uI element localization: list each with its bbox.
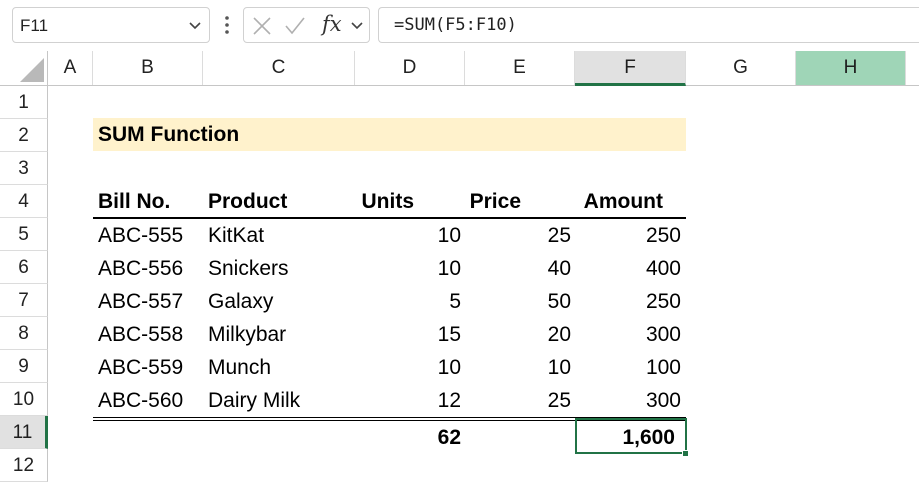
fill-handle[interactable] xyxy=(682,450,689,457)
row-header-10[interactable]: 10 xyxy=(0,383,48,416)
column-header-c[interactable]: C xyxy=(203,51,355,85)
cell-units[interactable]: 15 xyxy=(355,318,461,351)
cell-product[interactable]: Dairy Milk xyxy=(208,384,300,417)
column-header-d[interactable]: D xyxy=(355,51,465,85)
total-amount[interactable]: 1,600 xyxy=(575,421,675,454)
row-header-3[interactable]: 3 xyxy=(0,152,48,185)
cell-amount[interactable]: 400 xyxy=(575,252,681,285)
row-header-2[interactable]: 2 xyxy=(0,119,48,152)
row-header-1[interactable]: 1 xyxy=(0,86,48,119)
cell-units[interactable]: 5 xyxy=(355,285,461,318)
cell-bill[interactable]: ABC-555 xyxy=(98,219,183,252)
enter-check-icon[interactable] xyxy=(284,16,306,36)
cell-bill[interactable]: ABC-557 xyxy=(98,285,183,318)
cell-units[interactable]: 10 xyxy=(355,252,461,285)
row-header-8[interactable]: 8 xyxy=(0,317,48,350)
cell-price[interactable]: 40 xyxy=(465,252,571,285)
cell-units[interactable]: 10 xyxy=(355,351,461,384)
sheet-title[interactable]: SUM Function xyxy=(98,118,239,151)
total-units[interactable]: 62 xyxy=(355,421,461,454)
cell-amount[interactable]: 100 xyxy=(575,351,681,384)
insert-function-icon[interactable]: fx xyxy=(322,12,342,36)
select-all-button[interactable] xyxy=(0,51,48,85)
name-box[interactable]: F11 xyxy=(12,7,210,43)
cell-bill[interactable]: ABC-556 xyxy=(98,252,183,285)
cell-product[interactable]: Milkybar xyxy=(208,318,286,351)
column-header-h[interactable]: H xyxy=(796,51,906,85)
row-header-7[interactable]: 7 xyxy=(0,284,48,317)
row-header-4[interactable]: 4 xyxy=(0,185,48,218)
select-all-icon xyxy=(20,58,44,82)
column-header-a[interactable]: A xyxy=(48,51,93,85)
cell-price[interactable]: 10 xyxy=(465,351,571,384)
cell-units[interactable]: 10 xyxy=(355,219,461,252)
chevron-down-icon[interactable] xyxy=(187,17,203,33)
cell-product[interactable]: Galaxy xyxy=(208,285,273,318)
row-header-12[interactable]: 12 xyxy=(0,449,48,482)
cell-price[interactable]: 20 xyxy=(465,318,571,351)
header-product[interactable]: Product xyxy=(208,185,287,218)
column-header-e[interactable]: E xyxy=(465,51,575,85)
row-header-6[interactable]: 6 xyxy=(0,251,48,284)
cell-amount[interactable]: 250 xyxy=(575,219,681,252)
cell-price[interactable]: 50 xyxy=(465,285,571,318)
column-header-row: A B C D E F G H xyxy=(0,51,919,86)
column-header-f[interactable]: F xyxy=(575,51,686,86)
formula-input[interactable]: =SUM(F5:F10) xyxy=(378,7,919,43)
cell-product[interactable]: Snickers xyxy=(208,252,289,285)
cancel-x-icon[interactable] xyxy=(252,16,272,36)
row-header-11[interactable]: 11 xyxy=(0,416,48,449)
cell-bill[interactable]: ABC-560 xyxy=(98,384,183,417)
cell-amount[interactable]: 250 xyxy=(575,285,681,318)
cell-units[interactable]: 12 xyxy=(355,384,461,417)
cell-bill[interactable]: ABC-559 xyxy=(98,351,183,384)
more-vertical-icon[interactable] xyxy=(221,13,233,37)
header-amount[interactable]: Amount xyxy=(575,185,663,218)
header-bill-no[interactable]: Bill No. xyxy=(98,185,170,218)
header-units[interactable]: Units xyxy=(355,185,415,218)
cell-amount[interactable]: 300 xyxy=(575,384,681,417)
cell-product[interactable]: Munch xyxy=(208,351,271,384)
cell-product[interactable]: KitKat xyxy=(208,219,264,252)
column-header-b[interactable]: B xyxy=(93,51,203,85)
row-header-5[interactable]: 5 xyxy=(0,218,48,251)
formula-text[interactable]: =SUM(F5:F10) xyxy=(394,15,517,35)
chevron-down-icon[interactable] xyxy=(349,17,365,33)
formula-buttons: fx xyxy=(243,7,370,43)
header-price[interactable]: Price xyxy=(465,185,521,218)
cell-price[interactable]: 25 xyxy=(465,219,571,252)
formula-bar: F11 fx =SUM(F5:F10) xyxy=(0,0,919,51)
name-box-value[interactable]: F11 xyxy=(20,16,48,36)
row-header-9[interactable]: 9 xyxy=(0,350,48,383)
cell-price[interactable]: 25 xyxy=(465,384,571,417)
cell-amount[interactable]: 300 xyxy=(575,318,681,351)
column-header-g[interactable]: G xyxy=(686,51,796,85)
cell-bill[interactable]: ABC-558 xyxy=(98,318,183,351)
